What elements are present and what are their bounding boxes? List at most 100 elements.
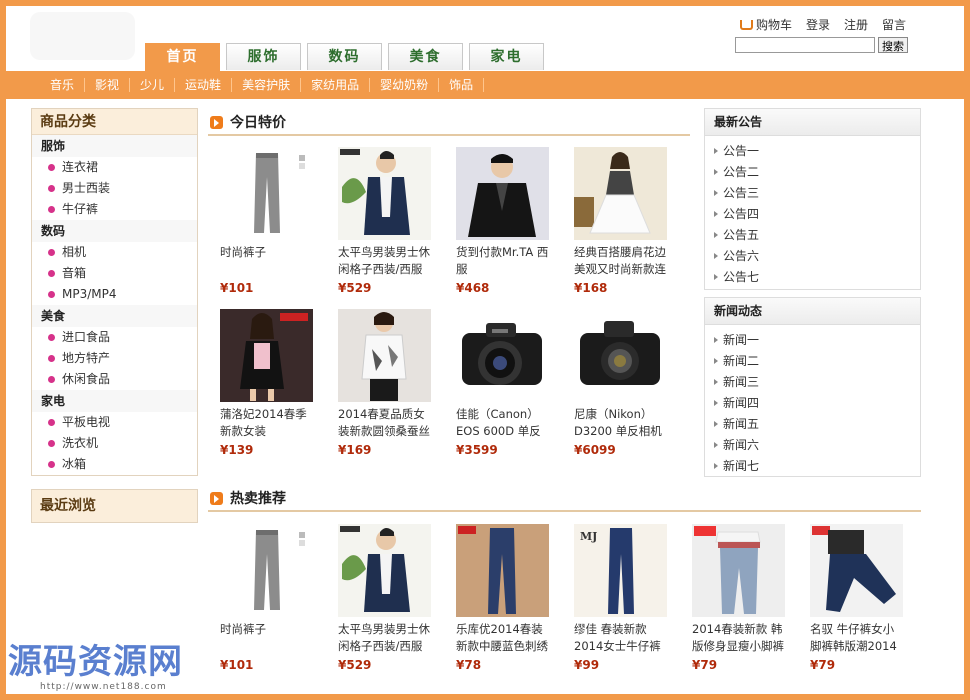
product-name[interactable]: 缪佳 春装新款2014女士牛仔裤女小脚: [574, 621, 667, 655]
category-group[interactable]: 服饰: [32, 135, 197, 157]
list-item[interactable]: 新闻五: [705, 414, 920, 435]
list-item[interactable]: 新闻二: [705, 351, 920, 372]
product-card[interactable]: 蒲洛妃2014春季新款女装 ¥139: [220, 309, 313, 457]
list-item[interactable]: 新闻六: [705, 435, 920, 456]
product-image[interactable]: [456, 147, 549, 240]
product-card[interactable]: 乐库优2014春装新款中腰蓝色刺绣修身 ¥78: [456, 524, 549, 672]
product-name[interactable]: 名驭 牛仔裤女小脚裤韩版潮2014春装: [810, 621, 903, 655]
list-item[interactable]: 新闻四: [705, 393, 920, 414]
category-item[interactable]: 地方特产: [32, 348, 197, 369]
product-image[interactable]: [574, 147, 667, 240]
product-name[interactable]: 太平鸟男装男士休闲格子西装/西服修身: [338, 621, 431, 655]
product-image[interactable]: [220, 309, 313, 402]
product-image[interactable]: [338, 147, 431, 240]
product-name[interactable]: 2014春夏品质女装新款圆领桑蚕丝连衣: [338, 406, 431, 440]
list-item[interactable]: 新闻七: [705, 456, 920, 477]
product-name[interactable]: 蒲洛妃2014春季新款女装: [220, 406, 313, 440]
product-image[interactable]: [574, 309, 667, 402]
watermark-text: 源码资源网: [8, 642, 183, 682]
tab-digital[interactable]: 数码: [307, 43, 382, 70]
list-item[interactable]: 公告二: [705, 162, 920, 183]
product-name[interactable]: 时尚裤子: [220, 621, 313, 655]
category-item[interactable]: 音箱: [32, 263, 197, 284]
list-item[interactable]: 公告四: [705, 204, 920, 225]
subnav-item[interactable]: 家纺用品: [301, 78, 371, 92]
category-item[interactable]: 洗衣机: [32, 433, 197, 454]
category-item[interactable]: 冰箱: [32, 454, 197, 475]
search-input[interactable]: [735, 37, 875, 53]
list-item[interactable]: 公告一: [705, 141, 920, 162]
message-link[interactable]: 留言: [882, 16, 906, 33]
product-card[interactable]: 时尚裤子 ¥101: [220, 524, 313, 672]
hot-title: 热卖推荐: [208, 486, 921, 512]
product-image[interactable]: [338, 524, 431, 617]
product-card[interactable]: MJ 缪佳 春装新款2014女士牛仔裤女小脚 ¥99: [574, 524, 667, 672]
tab-food[interactable]: 美食: [388, 43, 463, 70]
product-image[interactable]: [456, 309, 549, 402]
cart-link[interactable]: 购物车: [740, 16, 792, 33]
product-card[interactable]: 尼康（Nikon） D3200 单反相机套机 ¥6099: [574, 309, 667, 457]
list-item[interactable]: 公告五: [705, 225, 920, 246]
category-item[interactable]: 连衣裙: [32, 157, 197, 178]
recent-panel: 最近浏览: [31, 489, 198, 523]
tab-apparel[interactable]: 服饰: [226, 43, 301, 70]
product-card[interactable]: 太平鸟男装男士休闲格子西装/西服修身 ¥529: [338, 524, 431, 672]
category-group[interactable]: 美食: [32, 305, 197, 327]
subnav-item[interactable]: 少儿: [130, 78, 176, 92]
subnav-item[interactable]: 音乐: [40, 78, 86, 92]
product-image[interactable]: [220, 524, 313, 617]
product-card[interactable]: 时尚裤子 ¥101: [220, 147, 313, 295]
search-button[interactable]: 搜索: [878, 37, 908, 53]
list-item[interactable]: 新闻三: [705, 372, 920, 393]
subnav-item[interactable]: 运动鞋: [175, 78, 233, 92]
category-group[interactable]: 数码: [32, 220, 197, 242]
login-link[interactable]: 登录: [806, 16, 830, 33]
product-name[interactable]: 佳能（Canon） EOS 600D 单反套机: [456, 406, 549, 440]
product-image[interactable]: [692, 524, 785, 617]
subnav-item[interactable]: 美容护肤: [232, 78, 302, 92]
news-title: 新闻动态: [705, 298, 920, 325]
product-card[interactable]: 经典百搭腰肩花边美观又时尚新款连衣裙 ¥168: [574, 147, 667, 295]
product-card[interactable]: 太平鸟男装男士休闲格子西装/西服修身 ¥529: [338, 147, 431, 295]
category-group[interactable]: 家电: [32, 390, 197, 412]
list-item[interactable]: 公告七: [705, 267, 920, 288]
product-card[interactable]: 名驭 牛仔裤女小脚裤韩版潮2014春装 ¥79: [810, 524, 903, 672]
product-card[interactable]: 2014春夏品质女装新款圆领桑蚕丝连衣 ¥169: [338, 309, 431, 457]
product-price: ¥168: [574, 281, 608, 295]
product-image[interactable]: [456, 524, 549, 617]
product-price: ¥78: [456, 658, 482, 672]
category-item[interactable]: 牛仔裤: [32, 199, 197, 220]
product-card[interactable]: 2014春装新款 韩版修身显瘦小脚裤体 ¥79: [692, 524, 785, 672]
subnav-item[interactable]: 饰品: [439, 78, 485, 92]
register-link[interactable]: 注册: [844, 16, 868, 33]
product-image[interactable]: MJ: [574, 524, 667, 617]
product-name[interactable]: 经典百搭腰肩花边美观又时尚新款连衣裙: [574, 244, 667, 278]
category-panel: 商品分类 服饰 连衣裙 男士西装 牛仔裤 数码 相机 音箱 MP3/MP4 美食…: [31, 108, 198, 476]
site-logo[interactable]: [30, 12, 135, 60]
product-image[interactable]: [338, 309, 431, 402]
product-name[interactable]: 2014春装新款 韩版修身显瘦小脚裤体: [692, 621, 785, 655]
category-item[interactable]: MP3/MP4: [32, 284, 197, 305]
subnav-item[interactable]: 影视: [85, 78, 131, 92]
product-card[interactable]: 货到付款Mr.TA 西服 ¥468: [456, 147, 549, 295]
category-item[interactable]: 相机: [32, 242, 197, 263]
list-item[interactable]: 公告六: [705, 246, 920, 267]
subnav-item[interactable]: 婴幼奶粉: [370, 78, 440, 92]
tab-appliances[interactable]: 家电: [469, 43, 544, 70]
category-item[interactable]: 平板电视: [32, 412, 197, 433]
product-image[interactable]: [220, 147, 313, 240]
tab-home[interactable]: 首页: [145, 43, 220, 71]
product-name[interactable]: 货到付款Mr.TA 西服: [456, 244, 549, 278]
category-item[interactable]: 休闲食品: [32, 369, 197, 390]
product-name[interactable]: 太平鸟男装男士休闲格子西装/西服修身: [338, 244, 431, 278]
product-card[interactable]: 佳能（Canon） EOS 600D 单反套机 ¥3599: [456, 309, 549, 457]
product-price: ¥139: [220, 443, 254, 457]
list-item[interactable]: 新闻一: [705, 330, 920, 351]
product-name[interactable]: 乐库优2014春装新款中腰蓝色刺绣修身: [456, 621, 549, 655]
category-item[interactable]: 男士西装: [32, 178, 197, 199]
list-item[interactable]: 公告三: [705, 183, 920, 204]
product-name[interactable]: 时尚裤子: [220, 244, 313, 278]
product-name[interactable]: 尼康（Nikon） D3200 单反相机套机: [574, 406, 667, 440]
product-image[interactable]: [810, 524, 903, 617]
category-item[interactable]: 进口食品: [32, 327, 197, 348]
